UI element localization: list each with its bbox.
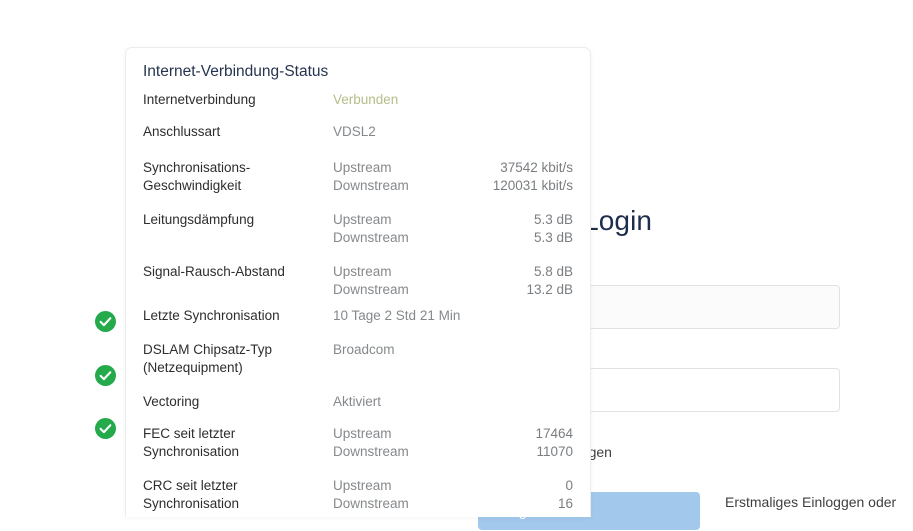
status-value: 0	[565, 478, 573, 493]
status-value: 5.8 dB	[533, 264, 573, 279]
status-row-values: Aktiviert	[333, 393, 573, 411]
status-value-line: Downstream 5.3 dB	[333, 229, 573, 247]
status-value-line: Upstream 0	[333, 477, 573, 495]
check-circle-icon	[95, 365, 116, 386]
status-row-label: CRC seit letzter Synchronisation	[143, 477, 333, 513]
status-row-values: VDSL2	[333, 123, 573, 141]
status-value-line: Downstream 16	[333, 495, 573, 513]
check-circle-icon	[95, 418, 116, 439]
status-row-values: Upstream 5.3 dB Downstream 5.3 dB	[333, 211, 573, 247]
direction-label: Downstream	[333, 230, 409, 245]
status-row: Letzte Synchronisation 10 Tage 2 Std 21 M…	[126, 307, 590, 325]
status-value: VDSL2	[333, 124, 376, 139]
status-row-label: Vectoring	[143, 394, 200, 409]
status-row-label: DSLAM Chipsatz-Typ (Netzequipment)	[143, 341, 333, 377]
status-row-label: Anschlussart	[143, 124, 221, 139]
status-row: FEC seit letzter Synchronisation Upstream 1…	[126, 425, 590, 461]
status-row: Synchronisations- Geschwindigkeit Upstream…	[126, 159, 590, 195]
status-row: CRC seit letzter Synchronisation Upstream 0…	[126, 477, 590, 513]
internet-connection-status-panel: Internet-Verbindung-Status Internetverbi…	[125, 47, 591, 517]
status-value-line: Downstream 11070	[333, 443, 573, 461]
status-value: 10 Tage 2 Std 21 Min	[333, 308, 461, 323]
status-value: 13.2 dB	[526, 282, 573, 297]
status-row-label: FEC seit letzter Synchronisation	[143, 425, 333, 461]
direction-label: Downstream	[333, 178, 409, 193]
status-value-line: Downstream 13.2 dB	[333, 281, 573, 299]
status-row-values: 10 Tage 2 Std 21 Min	[333, 307, 573, 325]
status-row: Signal-Rausch-Abstand Upstream 5.8 dB Downs…	[126, 263, 590, 299]
status-value: 37542 kbit/s	[500, 160, 573, 175]
status-value: 5.3 dB	[533, 212, 573, 227]
status-row-label-line: CRC seit letzter	[143, 478, 238, 493]
status-row: Leitungsdämpfung Upstream 5.3 dB Downstream…	[126, 211, 590, 247]
status-value: 120031 kbit/s	[492, 178, 573, 193]
status-row-label-line: Synchronisation	[143, 496, 240, 511]
direction-label: Upstream	[333, 478, 392, 493]
status-row: Vectoring Aktiviert	[126, 393, 590, 411]
status-value: Broadcom	[333, 342, 395, 357]
check-circle-icon	[95, 311, 116, 332]
direction-label: Upstream	[333, 264, 392, 279]
status-value: 11070	[536, 444, 573, 459]
status-row: Anschlussart VDSL2	[126, 123, 590, 141]
status-value-line: Downstream 120031 kbit/s	[333, 177, 573, 195]
status-value-line: Upstream 5.8 dB	[333, 263, 573, 281]
direction-label: Upstream	[333, 212, 392, 227]
status-row-values: Verbunden	[333, 91, 573, 109]
status-value: 17464	[535, 426, 573, 441]
status-row-values: Broadcom	[333, 341, 573, 359]
direction-label: Upstream	[333, 160, 392, 175]
status-value: 16	[557, 496, 573, 511]
status-row-label: Synchronisations- Geschwindigkeit	[143, 159, 333, 195]
status-value: Verbunden	[333, 92, 399, 107]
status-value-line: Upstream 17464	[333, 425, 573, 443]
status-row-label: Signal-Rausch-Abstand	[143, 264, 285, 279]
direction-label: Downstream	[333, 444, 409, 459]
status-value: Aktiviert	[333, 394, 382, 409]
panel-title: Internet-Verbindung-Status	[143, 63, 329, 80]
status-row-label: Leitungsdämpfung	[143, 212, 255, 227]
first-login-note: Erstmaliges Einloggen oder	[725, 494, 897, 510]
status-row-values: Upstream 0 Downstream 16	[333, 477, 573, 513]
status-value-line: Upstream 37542 kbit/s	[333, 159, 573, 177]
status-value: 5.3 dB	[533, 230, 573, 245]
status-row-label-line: Geschwindigkeit	[143, 178, 242, 193]
direction-label: Upstream	[333, 426, 392, 441]
status-value-line: Upstream 5.3 dB	[333, 211, 573, 229]
status-row-values: Upstream 5.8 dB Downstream 13.2 dB	[333, 263, 573, 299]
status-row: Internetverbindung Verbunden	[126, 91, 590, 109]
status-row-label-line: (Netzequipment)	[143, 360, 243, 375]
status-row-label-line: DSLAM Chipsatz-Typ	[143, 342, 273, 357]
status-row: DSLAM Chipsatz-Typ (Netzequipment) Broadco…	[126, 341, 590, 377]
status-row-label-line: Synchronisations-	[143, 160, 251, 175]
status-row-label: Letzte Synchronisation	[143, 308, 280, 323]
status-row-values: Upstream 17464 Downstream 11070	[333, 425, 573, 461]
direction-label: Downstream	[333, 282, 409, 297]
status-row-label: Internetverbindung	[143, 92, 256, 107]
direction-label: Downstream	[333, 496, 409, 511]
status-row-label-line: FEC seit letzter	[143, 426, 236, 441]
status-row-label-line: Synchronisation	[143, 444, 240, 459]
status-row-values: Upstream 37542 kbit/s Downstream 120031 kbi…	[333, 159, 573, 195]
